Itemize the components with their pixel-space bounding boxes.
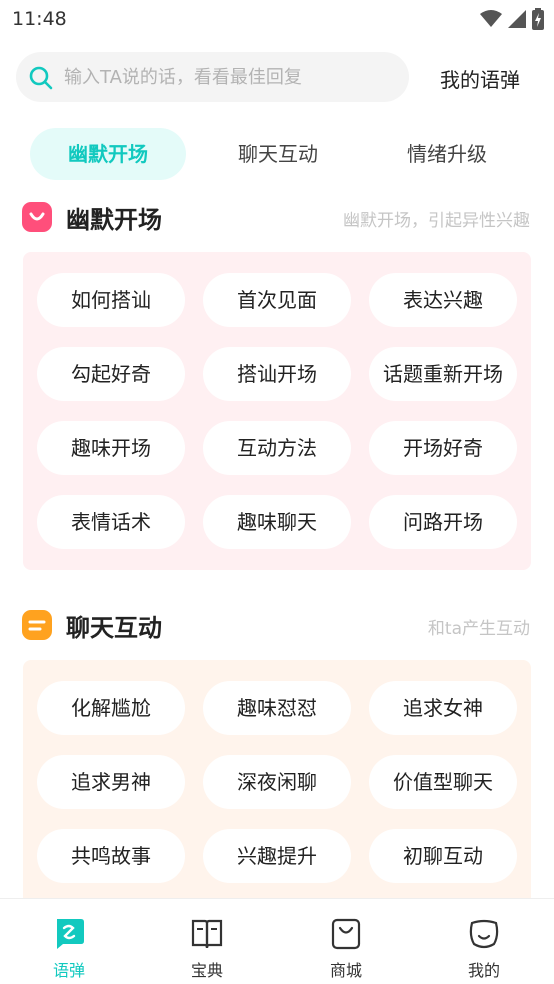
chip[interactable]: 话题重新开场 [369, 347, 517, 401]
chip[interactable]: 表达兴趣 [369, 273, 517, 327]
chip[interactable]: 追求男神 [37, 755, 185, 809]
chip[interactable]: 追求女神 [369, 681, 517, 735]
chip[interactable]: 趣味开场 [37, 421, 185, 475]
chip[interactable]: 趣味怼怼 [203, 681, 351, 735]
section-title: 聊天互动 [66, 614, 162, 642]
nav-label: 语弹 [52, 961, 85, 980]
smile-badge-icon [22, 202, 52, 232]
chip[interactable]: 搭讪开场 [203, 347, 351, 401]
chip-panel-humor: 如何搭讪 首次见面 表达兴趣 勾起好奇 搭讪开场 话题重新开场 趣味开场 互动方… [23, 252, 531, 570]
chip[interactable]: 勾起好奇 [37, 347, 185, 401]
status-bar: 11:48 [0, 0, 554, 40]
chip[interactable]: 表情话术 [37, 495, 185, 549]
my-bullets-link[interactable]: 我的语弹 [440, 64, 520, 93]
bottom-nav: 语弹 宝典 商城 我的 [0, 898, 554, 984]
nav-label: 我的 [467, 961, 500, 980]
wifi-icon [480, 10, 502, 27]
status-icons [480, 8, 544, 30]
nav-label: 商城 [329, 961, 362, 980]
smiley-face-icon [469, 919, 499, 949]
section-subtitle: 和ta产生互动 [427, 619, 530, 639]
tab-chat-interaction[interactable]: 聊天互动 [200, 128, 356, 180]
battery-charging-icon [532, 8, 544, 30]
chip[interactable]: 价值型聊天 [369, 755, 517, 809]
chat-bubble-icon [57, 919, 84, 949]
chip[interactable]: 问路开场 [369, 495, 517, 549]
tab-humor-opening[interactable]: 幽默开场 [30, 128, 186, 180]
nav-label: 宝典 [190, 961, 223, 980]
section-subtitle: 幽默开场，引起异性兴趣 [343, 211, 530, 231]
category-tabs: 幽默开场 聊天互动 情绪升级 [0, 128, 554, 180]
chip[interactable]: 初聊互动 [369, 829, 517, 883]
cellular-signal-icon [508, 10, 526, 28]
status-time: 11:48 [12, 8, 67, 30]
tab-emotion-upgrade[interactable]: 情绪升级 [369, 128, 525, 180]
chip[interactable]: 趣味聊天 [203, 495, 351, 549]
nav-item-baodian[interactable]: 宝典 [138, 899, 276, 984]
search-input[interactable] [64, 52, 394, 102]
nav-item-shangcheng[interactable]: 商城 [277, 899, 415, 984]
search-row: 我的语弹 [0, 52, 554, 102]
chip[interactable]: 共鸣故事 [37, 829, 185, 883]
search-icon [29, 66, 53, 90]
chip[interactable]: 深夜闲聊 [203, 755, 351, 809]
chat-lines-badge-icon [22, 610, 52, 640]
section-header-chat: 聊天互动 和ta产生互动 [0, 606, 554, 646]
chip[interactable]: 互动方法 [203, 421, 351, 475]
chip[interactable]: 兴趣提升 [203, 829, 351, 883]
search-box[interactable] [16, 52, 409, 102]
chip[interactable]: 如何搭讪 [37, 273, 185, 327]
chip-panel-chat: 化解尴尬 趣味怼怼 追求女神 追求男神 深夜闲聊 价值型聊天 共鸣故事 兴趣提升… [23, 660, 531, 920]
chip[interactable]: 化解尴尬 [37, 681, 185, 735]
nav-item-yudan[interactable]: 语弹 [0, 899, 138, 984]
section-title: 幽默开场 [66, 206, 162, 234]
nav-item-wode[interactable]: 我的 [415, 899, 553, 984]
book-icon [191, 919, 223, 949]
section-header-humor: 幽默开场 幽默开场，引起异性兴趣 [0, 198, 554, 238]
shopping-bag-icon [331, 918, 361, 950]
chip[interactable]: 开场好奇 [369, 421, 517, 475]
chip[interactable]: 首次见面 [203, 273, 351, 327]
